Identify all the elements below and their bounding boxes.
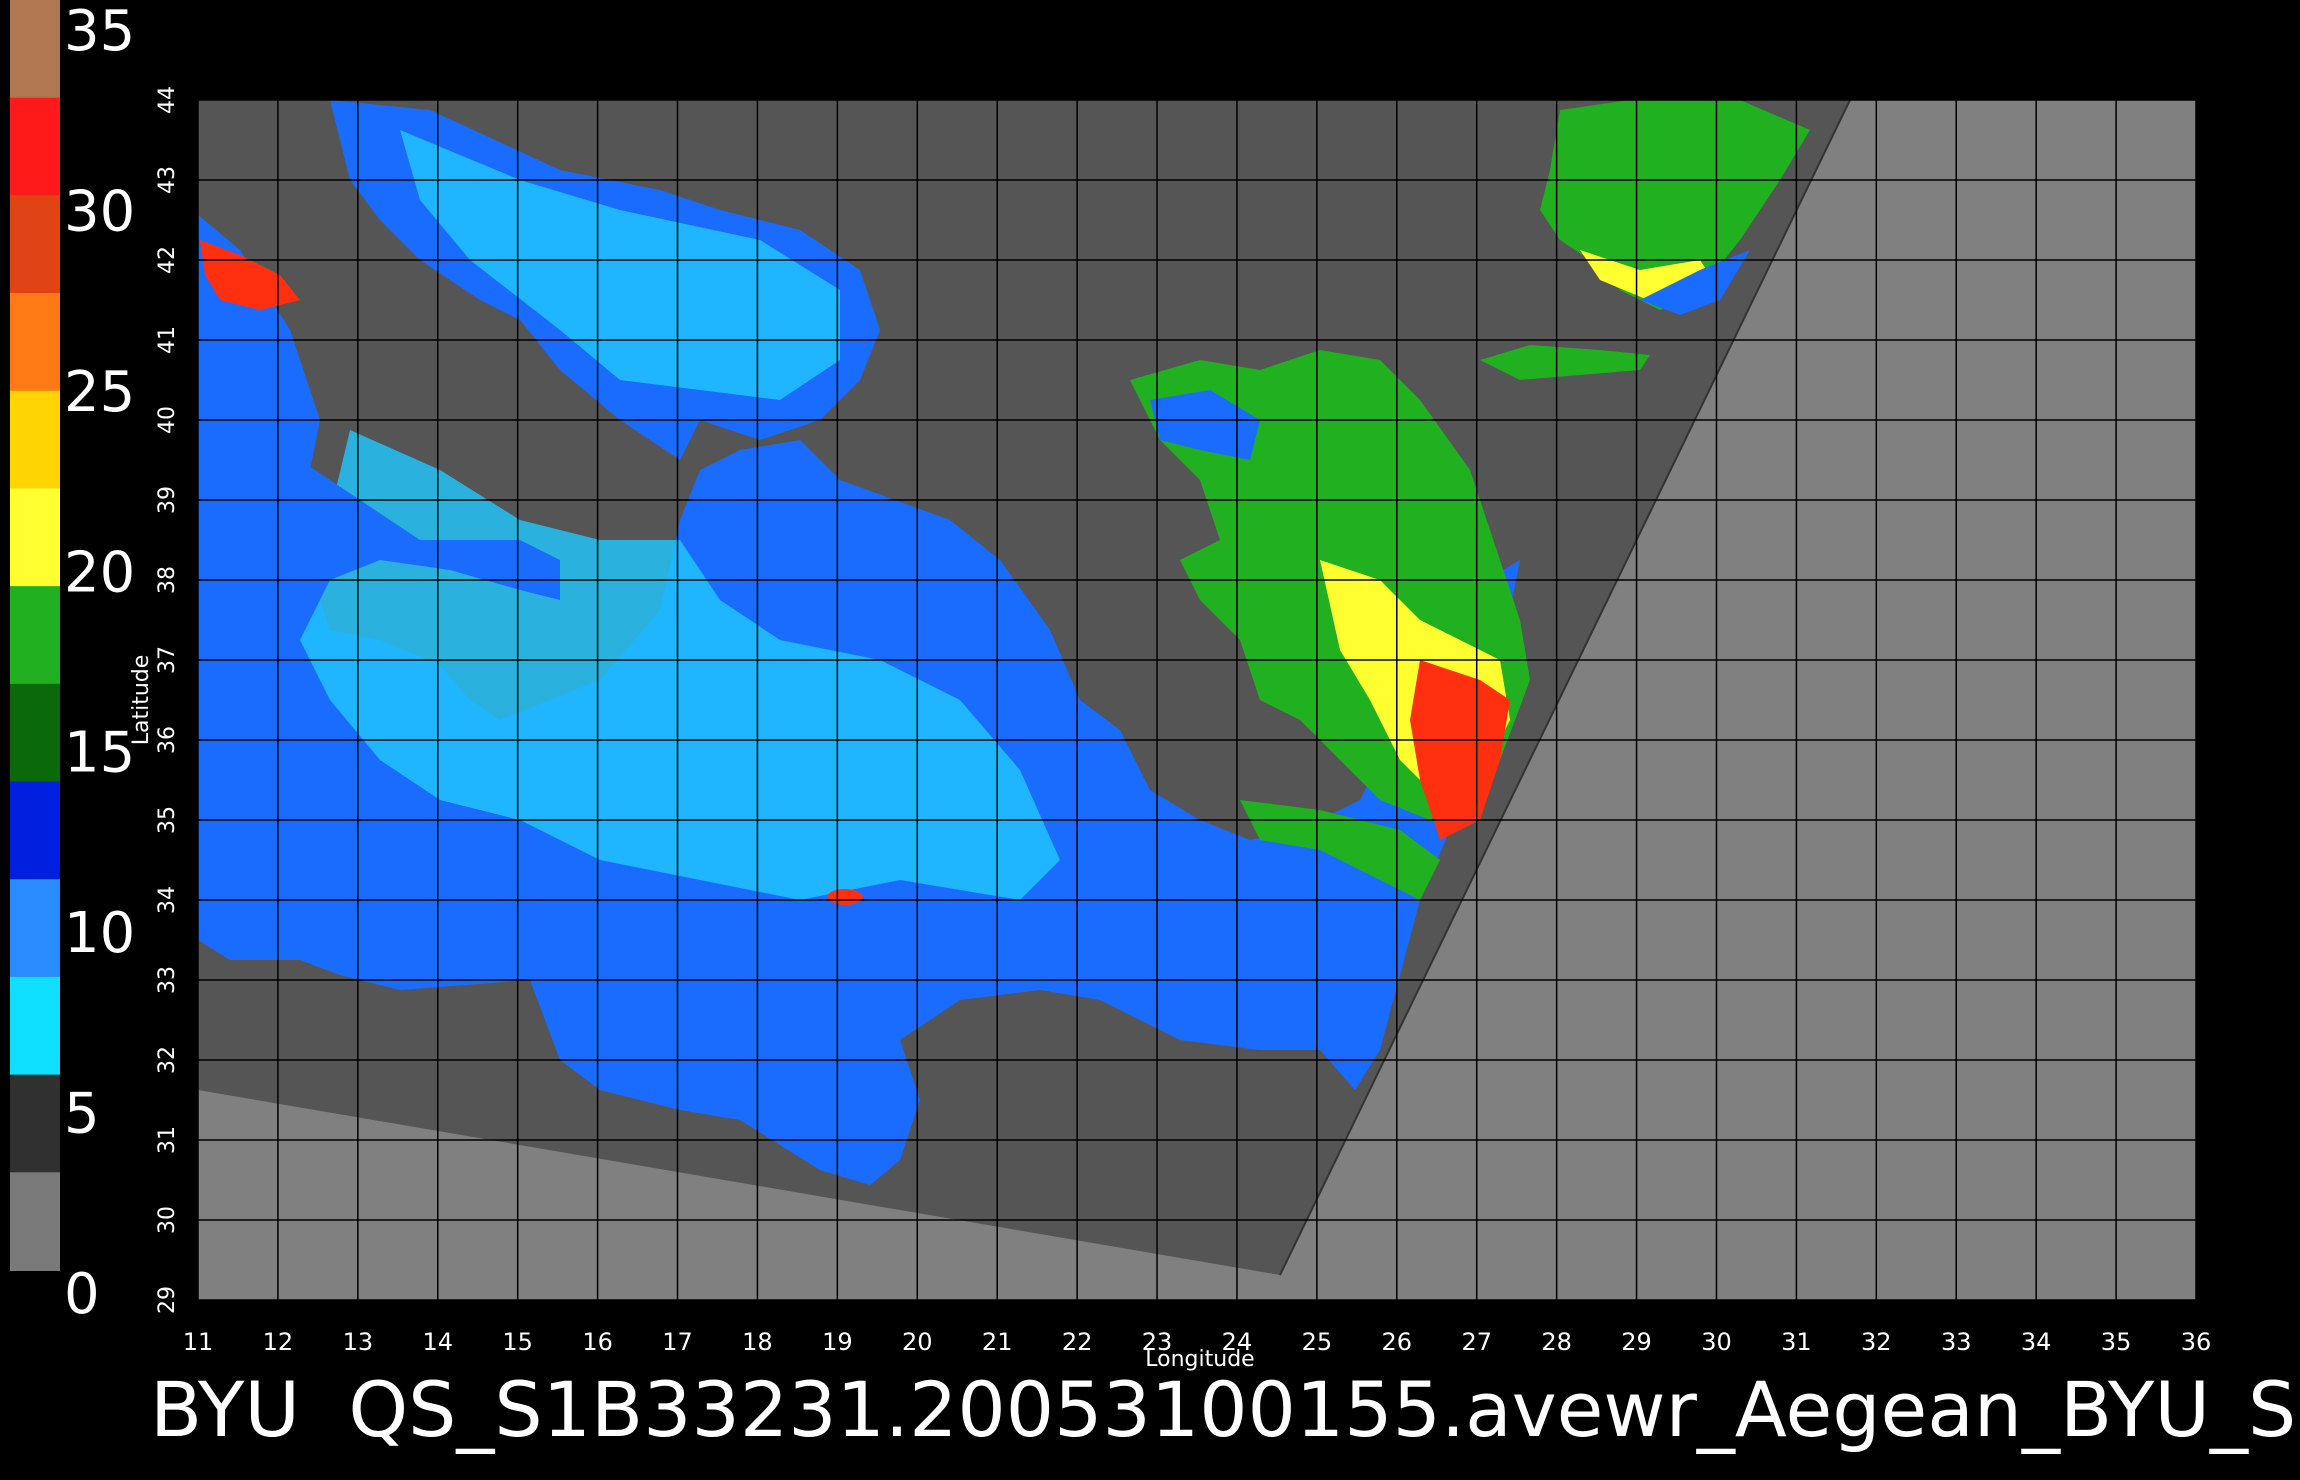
longitude-tick-label: 31 <box>1781 1328 1812 1356</box>
latitude-tick-label: 36 <box>155 726 180 754</box>
longitude-tick-label: 28 <box>1541 1328 1572 1356</box>
longitude-tick-label: 21 <box>982 1328 1013 1356</box>
map-panel: 11 12 13 14 15 16 17 18 19 20 21 22 23 24 25 26 27 28 29 30… <box>129 70 2226 1372</box>
colorbar-tick-label: 20 <box>64 540 135 605</box>
longitude-tick-label: 35 <box>2101 1328 2132 1356</box>
longitude-tick-label: 12 <box>263 1328 294 1356</box>
longitude-tick-label: 32 <box>1861 1328 1892 1356</box>
colorbar-tick-label: 15 <box>64 721 135 786</box>
colorbar-band <box>10 683 60 783</box>
colorbar-band <box>10 586 60 685</box>
latitude-tick-label: 38 <box>155 566 180 594</box>
longitude-tick-label: 22 <box>1062 1328 1093 1356</box>
colorbar-band <box>10 97 60 197</box>
latitude-tick-label: 32 <box>155 1046 180 1074</box>
longitude-tick-label: 18 <box>742 1328 773 1356</box>
colorbar-band <box>10 1172 60 1271</box>
latitude-tick-label: 42 <box>155 246 180 274</box>
latitude-tick-label: 40 <box>155 406 180 434</box>
malta-hotspot <box>827 889 863 905</box>
latitude-tick-label: 30 <box>155 1206 180 1234</box>
latitude-tick-label: 39 <box>155 486 180 514</box>
colorbar-band <box>10 879 60 978</box>
longitude-tick-label: 13 <box>343 1328 374 1356</box>
colorbar-band <box>10 390 60 490</box>
y-axis-label: Latitude <box>129 655 154 746</box>
colorbar-tick-label: 10 <box>64 901 135 966</box>
colorbar-band <box>10 781 60 881</box>
colorbar-band <box>10 195 60 295</box>
longitude-tick-label: 34 <box>2021 1328 2052 1356</box>
wind-speed-colorbar <box>10 0 60 1271</box>
caption: BYU QS_S1B33231.20053100155.avewr_Aegean… <box>150 1365 2300 1454</box>
colorbar-band <box>10 0 60 99</box>
latitude-tick-label: 43 <box>155 166 180 194</box>
longitude-tick-label: 29 <box>1621 1328 1652 1356</box>
colorbar-tick-label: 25 <box>64 360 135 425</box>
colorbar-tick-label: 5 <box>64 1082 100 1147</box>
colorbar-band <box>10 976 60 1076</box>
longitude-tick-label: 17 <box>662 1328 693 1356</box>
longitude-tick-label: 20 <box>902 1328 933 1356</box>
colorbar-tick-label: 30 <box>64 179 135 244</box>
longitude-tick-label: 36 <box>2181 1328 2212 1356</box>
longitude-tick-label: 19 <box>822 1328 853 1356</box>
longitude-tick-label: 33 <box>1941 1328 1972 1356</box>
longitude-tick-label: 27 <box>1461 1328 1492 1356</box>
colorbar-tick-label: 35 <box>64 0 135 64</box>
colorbar-band <box>10 1074 60 1174</box>
latitude-tick-label: 41 <box>155 326 180 354</box>
latitude-tick-label: 35 <box>155 806 180 834</box>
longitude-tick-label: 11 <box>183 1328 214 1356</box>
colorbar-band <box>10 293 60 392</box>
latitude-tick-label: 29 <box>155 1286 180 1314</box>
longitude-tick-label: 14 <box>422 1328 453 1356</box>
wind-speed-map: 35 30 25 20 15 10 5 0 11 12 13 14 15 16 17 18 1… <box>0 0 2300 1480</box>
latitude-tick-label: 34 <box>155 886 180 914</box>
colorbar-tick-label: 0 <box>64 1262 100 1327</box>
longitude-tick-label: 16 <box>582 1328 613 1356</box>
colorbar-band <box>10 488 60 588</box>
longitude-tick-label: 25 <box>1302 1328 1333 1356</box>
latitude-tick-label: 33 <box>155 966 180 994</box>
latitude-tick-label: 37 <box>155 646 180 674</box>
latitude-tick-label: 44 <box>155 86 180 114</box>
longitude-tick-label: 30 <box>1701 1328 1732 1356</box>
longitude-tick-label: 15 <box>502 1328 533 1356</box>
latitude-tick-label: 31 <box>155 1126 180 1154</box>
longitude-tick-label: 26 <box>1382 1328 1413 1356</box>
